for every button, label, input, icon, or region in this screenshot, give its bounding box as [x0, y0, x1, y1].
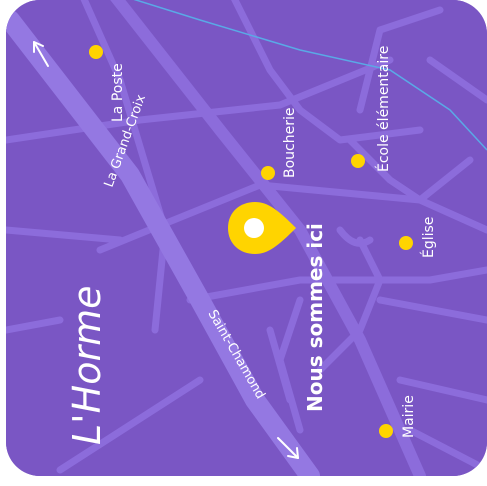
- place-label-mairie: Mairie: [401, 395, 417, 438]
- place-label-boucherie: Boucherie: [282, 108, 298, 179]
- poi-dot-icon[interactable]: [399, 236, 413, 250]
- town-name: L'Horme: [65, 286, 109, 445]
- place-label-ecole: École élémentaire: [375, 46, 392, 172]
- map-card[interactable]: La Grand-Croix Saint-Chamond L'Horme Nou…: [6, 0, 487, 476]
- map-canvas[interactable]: La Grand-Croix Saint-Chamond L'Horme Nou…: [6, 0, 487, 476]
- poi-dot-icon[interactable]: [261, 166, 275, 180]
- here-label: Nous sommes ici: [303, 223, 327, 412]
- poi-dot-icon[interactable]: [379, 424, 393, 438]
- poi-dot-icon[interactable]: [89, 45, 103, 59]
- place-label-eglise: Église: [420, 217, 437, 258]
- place-label-la-poste: La Poste: [110, 63, 126, 122]
- poi-dot-icon[interactable]: [351, 154, 365, 168]
